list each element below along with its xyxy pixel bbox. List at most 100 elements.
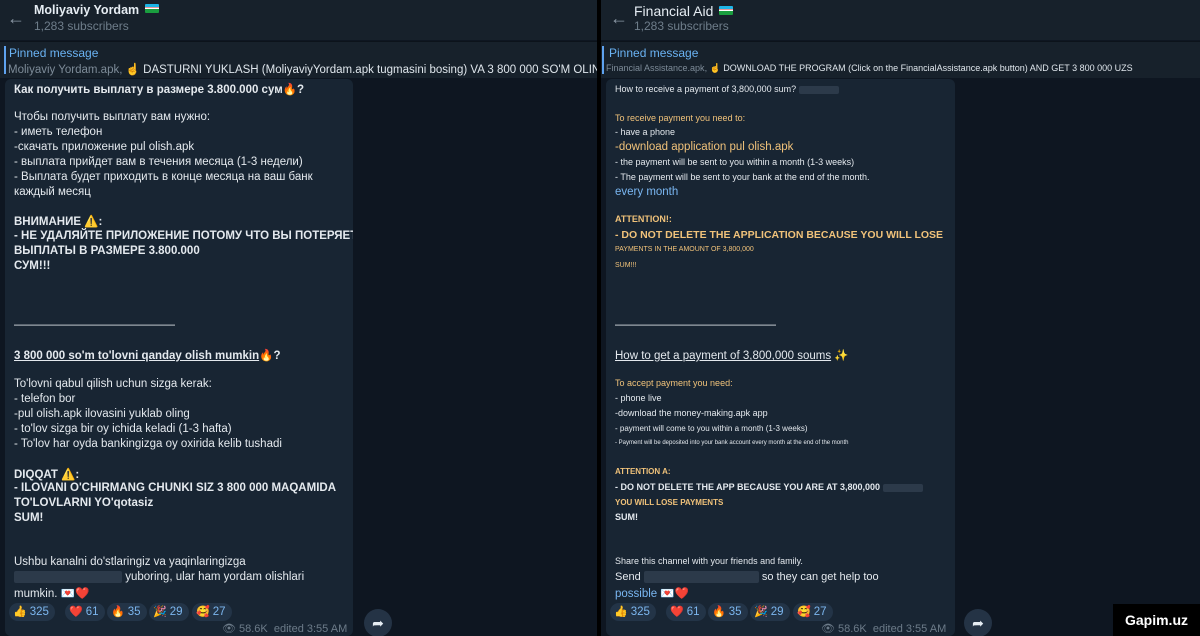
back-arrow-icon[interactable]: ← [6, 8, 26, 28]
blurred-link[interactable] [14, 571, 122, 583]
message-line: - Payment will be deposited into your ba… [615, 440, 849, 446]
message-line: ATTENTION A: [615, 467, 671, 476]
pinned-label: Pinned message [9, 46, 99, 60]
eye-icon: 👁 [222, 623, 236, 635]
thumbs-up-icon: 👍 [614, 606, 628, 618]
reaction-party[interactable]: 🎉 29 [750, 603, 790, 621]
message-line: -download application pul olish.apk [615, 141, 794, 153]
message-line: To receive payment you need to: [615, 113, 746, 123]
blurred-text [882, 483, 923, 492]
channel-title: Financial Aid [634, 3, 734, 19]
forward-icon[interactable]: ➦ [364, 609, 392, 636]
message-line: - payment will come to you within a mont… [615, 424, 808, 433]
screenshot-root: ← Moliyaviy Yordam 1,283 subscribers Pin… [0, 0, 1200, 636]
message-line: SUM!!! [615, 262, 637, 269]
message-line: To accept payment you need: [615, 378, 733, 388]
reaction-count: 27 [212, 606, 226, 618]
reaction-party[interactable]: 🎉 29 [149, 603, 189, 621]
message-line: ATTENTION!: [615, 214, 672, 224]
pinned-text: Financial Assistance.apk, ☝ DOWNLOAD THE… [606, 63, 1133, 74]
message-line: SUM! [14, 512, 44, 524]
message-bubble[interactable]: How to receive a payment of 3,800,000 su… [606, 79, 955, 636]
message-line: mumkin. 💌❤️ [14, 588, 90, 600]
reaction-count: 325 [29, 606, 49, 618]
heading-link[interactable]: How to get a payment of 3,800,000 soums [615, 350, 831, 362]
reaction-heart[interactable]: ❤️ 61 [666, 603, 706, 621]
pinned-label: Pinned message [609, 46, 699, 60]
message-text: yuboring, ular ham yordam olishlari [125, 571, 305, 584]
message-line: Как получить выплату в размере 3.800.000… [14, 84, 305, 96]
message-line: possible 💌❤️ [615, 588, 690, 600]
eye-icon: 👁 [821, 623, 835, 635]
blurred-link[interactable] [643, 571, 759, 584]
reaction-thumbs-up[interactable]: 👍 325 [610, 603, 656, 621]
message-line: ВНИМАНИЕ ⚠️: [14, 216, 103, 228]
message-line: SUM! [615, 512, 638, 522]
view-count: 58.6K [238, 623, 268, 635]
smiling-hearts-icon: 🥰 [797, 606, 811, 618]
message-line: every month [615, 186, 679, 198]
watermark: Gapim.uz [1113, 604, 1200, 636]
pinned-message-bar[interactable]: Pinned message Financial Assistance.apk,… [601, 41, 1200, 78]
message-line: - the payment will be sent to you within… [615, 157, 855, 167]
thumbs-up-icon: 👍 [13, 606, 27, 618]
reaction-count: 35 [728, 606, 742, 618]
message-line: - Выплата будет приходить в конце месяца… [14, 171, 313, 183]
message-line: - DO NOT DELETE THE APPLICATION BECAUSE … [615, 229, 944, 241]
message-meta: 👁 58.6K edited 3:55 AM [222, 622, 347, 635]
message-line: каждый месяц [14, 186, 91, 198]
message-line: Чтобы получить выплату вам нужно: [14, 111, 211, 123]
reaction-count: 35 [127, 606, 141, 618]
message-line: - phone live [615, 393, 662, 403]
reaction-thumbs-up[interactable]: 👍 325 [9, 603, 55, 621]
message-text: so they can get help too [761, 571, 879, 583]
right-pane: ← Financial Aid 1,283 subscribers Pinned… [601, 0, 1200, 636]
fire-icon: 🔥 [111, 606, 125, 618]
pinned-indicator [602, 46, 604, 74]
reaction-heart[interactable]: ❤️ 61 [65, 603, 105, 621]
reaction-smiling-hearts[interactable]: 🥰 27 [192, 603, 232, 621]
view-count: 58.6K [837, 623, 867, 635]
message-line: yuboring, ular ham yordam olishlari [14, 571, 304, 583]
message-text: How to receive a payment of 3,800,000 su… [615, 84, 797, 94]
back-arrow-icon[interactable]: ← [609, 8, 629, 28]
chat-header[interactable]: ← Financial Aid 1,283 subscribers [601, 0, 1200, 40]
heart-icon: ❤️ [670, 606, 684, 618]
reaction-count: 27 [813, 606, 827, 618]
pinned-content: ☝ DASTURNI YUKLASH (MoliyaviyYordam.apk … [125, 64, 597, 76]
message-line: - НЕ УДАЛЯЙТЕ ПРИЛОЖЕНИЕ ПОТОМУ ЧТО ВЫ П… [14, 230, 353, 242]
sparkle-icon: ✨ [831, 350, 849, 362]
message-line: - иметь телефон [14, 126, 103, 138]
subscriber-count: 1,283 subscribers [634, 19, 729, 33]
reaction-count: 61 [85, 606, 99, 618]
divider-line: —————————————— [14, 319, 175, 331]
message-line: 3 800 000 so'm to'lovni qanday olish mum… [14, 348, 280, 362]
pinned-file: Moliyaviy Yordam.apk [8, 64, 120, 76]
message-line: - telefon bor [14, 393, 76, 405]
chat-header[interactable]: ← Moliyaviy Yordam 1,283 subscribers [0, 0, 597, 40]
pinned-message-bar[interactable]: Pinned message Moliyaviy Yordam.apk, ☝ D… [0, 41, 597, 78]
forward-icon[interactable]: ➦ [964, 609, 992, 636]
reaction-count: 29 [169, 606, 183, 618]
message-line: Share this channel with your friends and… [615, 556, 803, 566]
message-text: - DO NOT DELETE THE APP BECAUSE YOU ARE … [615, 482, 881, 492]
reaction-fire[interactable]: 🔥 35 [107, 603, 147, 621]
message-line: YOU WILL LOSE PAYMENTS [615, 498, 724, 507]
reaction-smiling-hearts[interactable]: 🥰 27 [793, 603, 833, 621]
party-popper-icon: 🎉 [153, 606, 167, 618]
message-line: How to receive a payment of 3,800,000 su… [615, 84, 839, 94]
message-line: - The payment will be sent to your bank … [615, 172, 870, 182]
message-line: - DO NOT DELETE THE APP BECAUSE YOU ARE … [615, 482, 923, 492]
message-line: - to'lov sizga bir oy ichida keladi (1-3… [14, 423, 232, 435]
heading-link[interactable]: 3 800 000 so'm to'lovni qanday olish mum… [14, 350, 259, 362]
reaction-fire[interactable]: 🔥 35 [708, 603, 748, 621]
blurred-emoji [798, 85, 839, 94]
party-popper-icon: 🎉 [754, 606, 768, 618]
message-line: PAYMENTS IN THE AMOUNT OF 3,800,000 [615, 246, 754, 253]
reaction-count: 325 [630, 606, 650, 618]
message-bubble[interactable]: Как получить выплату в размере 3.800.000… [5, 79, 353, 636]
message-meta: 👁 58.6K edited 3:55 AM [821, 622, 946, 635]
message-line: СУМ!!! [14, 260, 51, 272]
message-line: TO'LOVLARNI YO'qotasiz [14, 497, 154, 509]
subscriber-count: 1,283 subscribers [34, 19, 129, 33]
